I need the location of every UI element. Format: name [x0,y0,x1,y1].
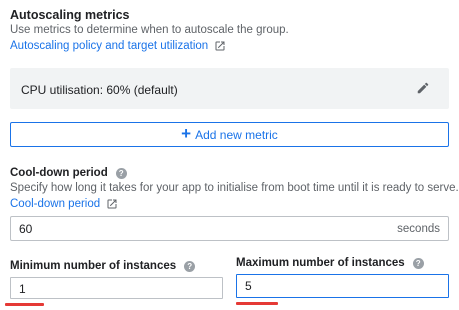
cool-down-title-text: Cool-down period [10,167,108,179]
autoscaling-metrics-title: Autoscaling metrics [10,8,130,22]
min-instances-input[interactable]: 1 [10,277,223,299]
cool-down-input[interactable]: 60 seconds [10,216,449,241]
cpu-metric-card[interactable]: CPU utilisation: 60% (default) [10,68,449,109]
cool-down-title: Cool-down period ? [10,167,127,179]
plus-icon: + [181,124,192,143]
cool-down-period-link[interactable]: Cool-down period [10,198,100,210]
cool-down-value: 60 [19,222,33,236]
help-icon[interactable]: ? [412,257,424,269]
open-in-new-icon[interactable] [106,198,118,210]
cool-down-link-row: Cool-down period [10,198,118,210]
seconds-unit-label: seconds [397,223,440,235]
cpu-metric-label: CPU utilisation: 60% (default) [21,83,178,97]
annotation-underline-min [5,303,44,306]
edit-icon[interactable] [416,81,430,95]
cool-down-description: Specify how long it takes for your app t… [10,182,459,194]
max-instances-label: Maximum number of instances ? [236,257,424,269]
min-instances-value: 1 [19,282,26,296]
help-icon[interactable]: ? [115,167,127,179]
help-icon[interactable]: ? [184,260,196,272]
autoscaling-policy-link-row: Autoscaling policy and target utilizatio… [10,40,226,52]
min-instances-label: Minimum number of instances ? [10,260,196,272]
add-new-metric-label: Add new metric [195,127,278,142]
autoscaling-policy-link[interactable]: Autoscaling policy and target utilizatio… [10,40,208,52]
annotation-underline-max [236,302,278,305]
max-instances-input[interactable]: 5 [236,274,449,298]
max-instances-value: 5 [245,279,252,293]
add-new-metric-button[interactable]: + Add new metric [10,122,449,147]
autoscaling-metrics-description: Use metrics to determine when to autosca… [10,24,289,36]
open-in-new-icon[interactable] [214,40,226,52]
max-instances-label-text: Maximum number of instances [236,257,405,269]
min-instances-label-text: Minimum number of instances [10,260,177,272]
